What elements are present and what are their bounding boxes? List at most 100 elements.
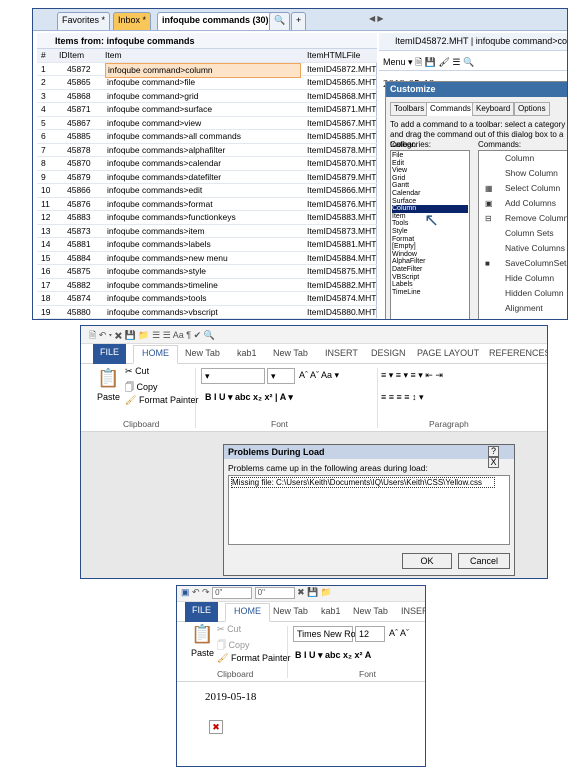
font-format-buttons[interactable]: B I U ▾ abc x₂ x² | A ▾ — [205, 392, 293, 403]
category-item[interactable]: Gantt — [392, 182, 468, 190]
table-row[interactable]: 6 45885 infoqube commands>all commands Item… — [37, 130, 377, 144]
category-item[interactable]: TimeLine — [392, 289, 468, 297]
category-item[interactable]: File — [392, 152, 468, 160]
close-button[interactable]: X — [488, 457, 499, 468]
category-item[interactable]: Edit — [392, 160, 468, 168]
paste-icon[interactable]: 📋 — [191, 624, 213, 645]
help-button[interactable]: ? — [488, 446, 499, 457]
copy-button[interactable]: 🗍 Copy — [125, 380, 158, 396]
category-item[interactable]: DateFilter — [392, 266, 468, 274]
tab-page-layout[interactable]: PAGE LAYOUT — [417, 348, 479, 358]
table-row[interactable]: 17 45882 infoqube commands>timeline ItemID4… — [37, 279, 377, 292]
font-size-icons[interactable]: Aˆ Aˇ — [389, 628, 409, 638]
tab-kab1[interactable]: kab1 — [321, 606, 341, 616]
command-item[interactable]: Show Column — [479, 166, 567, 181]
col-header-htmlfile[interactable]: ItemHTMLFile — [307, 49, 360, 62]
tab-new-tab[interactable]: New Tab — [273, 606, 308, 616]
font-size-combo[interactable]: 12 — [355, 626, 385, 642]
table-row[interactable]: 9 45879 infoqube commands>datefilter ItemID… — [37, 171, 377, 184]
problem-entry[interactable]: Missing file: C:\Users\Keith\Documents\I… — [231, 477, 495, 488]
command-item[interactable]: Alignment — [479, 301, 567, 316]
tab-toolbars[interactable]: Toolbars — [390, 102, 429, 116]
tab-keyboard[interactable]: Keyboard — [472, 102, 515, 116]
cut-button[interactable]: ✂ Cut — [125, 366, 149, 377]
tab-references[interactable]: REFERENCES — [489, 348, 547, 358]
category-item[interactable]: Labels — [392, 281, 468, 289]
align-buttons[interactable]: ≡ ≡ ≡ ≡ ↕ ▾ — [381, 392, 424, 403]
tab-inbox[interactable]: Inbox * — [113, 12, 152, 30]
tab-favorites[interactable]: Favorites * — [57, 12, 111, 30]
quick-access-icons[interactable]: ✖ 💾 📁 — [297, 587, 332, 597]
ok-button[interactable]: OK — [402, 553, 452, 569]
toolbar-icons[interactable]: ▾ 🗎 💾 🖌 ☰ 🔍 — [408, 57, 474, 67]
tab-design[interactable]: DESIGN — [371, 348, 406, 358]
command-item[interactable]: ⊟ Remove Column — [479, 211, 567, 226]
tab-options[interactable]: Options — [514, 102, 550, 116]
category-item[interactable]: VBScript — [392, 274, 468, 282]
style-box-2[interactable]: 0" — [254, 587, 295, 599]
command-item[interactable]: ▦ Select Column — [479, 181, 567, 196]
paste-icon[interactable]: 📋 — [97, 368, 119, 389]
command-item[interactable]: Hide Column — [479, 271, 567, 286]
cancel-button[interactable]: Cancel — [458, 553, 510, 569]
table-row[interactable]: 18 45874 infoqube commands>tools ItemID4587… — [37, 292, 377, 306]
quick-access-icons[interactable]: 🗎 ↶ ▾ ✖ 💾 📁 ☰ ☰ Aa ¶ ✔ 🔍 — [89, 330, 215, 340]
table-row[interactable]: 11 45876 infoqube commands>format ItemID458… — [37, 198, 377, 211]
table-row[interactable]: 12 45883 infoqube commands>functionkeys Ite… — [37, 211, 377, 225]
category-item[interactable]: View — [392, 167, 468, 175]
menu-button[interactable]: Menu — [383, 57, 406, 67]
table-row[interactable]: 14 45881 infoqube commands>labels ItemID458… — [37, 238, 377, 252]
font-size-icons[interactable]: Aˆ Aˇ Aa ▾ — [299, 370, 339, 381]
paste-button[interactable]: Paste — [191, 648, 214, 658]
paste-button[interactable]: Paste — [97, 392, 120, 402]
col-header-num[interactable]: # — [41, 49, 46, 62]
command-item[interactable]: ▣ Add Columns — [479, 196, 567, 211]
tab-scroll-icon[interactable]: ◀ ▶ — [369, 14, 384, 23]
format-painter-button[interactable]: 🖌 Format Painter — [217, 653, 290, 664]
tab-insert[interactable]: INSERT — [401, 606, 425, 616]
table-row[interactable]: 3 45868 infoqube command>grid ItemID45868.M… — [37, 90, 377, 103]
tab-new-tab-2[interactable]: New Tab — [273, 348, 308, 358]
tab-kab1[interactable]: kab1 — [237, 348, 257, 358]
table-row[interactable]: 13 45873 infoqube commands>item ItemID45873… — [37, 225, 377, 238]
table-row[interactable]: 2 45865 infoqube command>file ItemID45865.M… — [37, 76, 377, 90]
category-item[interactable]: [Empty] — [392, 243, 468, 251]
font-size-combo[interactable]: ▾ — [267, 368, 295, 384]
format-painter-button[interactable]: 🖌 Format Painter — [125, 395, 198, 406]
category-item[interactable]: Grid — [392, 175, 468, 183]
table-row[interactable]: 1 45872 infoqube command>column ItemID45872… — [37, 62, 377, 78]
problems-list[interactable]: Missing file: C:\Users\Keith\Documents\I… — [228, 475, 510, 545]
table-row[interactable]: 10 45866 infoqube commands>edit ItemID45866… — [37, 184, 377, 198]
table-row[interactable]: 8 45870 infoqube commands>calendar ItemID45… — [37, 157, 377, 171]
tab-insert[interactable]: INSERT — [325, 348, 358, 358]
command-item[interactable]: Native Columns — [479, 241, 567, 256]
command-item[interactable]: Hidden Column — [479, 286, 567, 301]
commands-list[interactable]: Column Show Column ▦ Select Column ▣ Add Colu… — [478, 150, 567, 319]
table-row[interactable]: 4 45871 infoqube command>surface ItemID4587… — [37, 103, 377, 117]
col-header-item[interactable]: Item — [105, 49, 122, 62]
table-row[interactable]: 7 45878 infoqube commands>alphafilter ItemI… — [37, 144, 377, 157]
tab-infoqube-commands[interactable]: infoqube commands (30) — [157, 12, 274, 30]
category-item[interactable]: Format — [392, 236, 468, 244]
tab-home[interactable]: HOME — [225, 603, 270, 622]
table-row[interactable]: 19 45880 infoqube commands>vbscript ItemID4… — [37, 306, 377, 319]
tab-commands[interactable]: Commands — [426, 102, 475, 116]
binoculars-icon[interactable]: 🔍 — [269, 12, 291, 30]
command-item[interactable]: ■ SaveColumnSet — [479, 256, 567, 271]
tab-new-tab[interactable]: New Tab — [185, 348, 220, 358]
table-row[interactable]: 16 45875 infoqube commands>style ItemID4587… — [37, 265, 377, 279]
tab-home[interactable]: HOME — [133, 345, 178, 364]
broken-image-icon[interactable]: ✖ — [209, 720, 223, 734]
category-item[interactable]: Surface — [392, 198, 468, 206]
table-row[interactable]: 15 45884 infoqube commands>new menu ItemID4… — [37, 252, 377, 265]
copy-button[interactable]: 🗍 Copy — [217, 638, 250, 654]
tab-new-tab-2[interactable]: New Tab — [353, 606, 388, 616]
table-row[interactable]: 5 45867 infoqube command>view ItemID45867.M… — [37, 117, 377, 130]
cut-button[interactable]: ✂ Cut — [217, 624, 241, 635]
category-item[interactable]: Calendar — [392, 190, 468, 198]
font-name-combo[interactable]: Times New Ro — [293, 626, 356, 642]
style-box-1[interactable]: 0" — [212, 587, 253, 599]
document-date[interactable]: 2019-05-18 — [205, 691, 256, 703]
font-format-buttons[interactable]: B I U ▾ abc x₂ x² A — [295, 650, 371, 661]
col-header-iditem[interactable]: IDItem — [59, 49, 84, 62]
